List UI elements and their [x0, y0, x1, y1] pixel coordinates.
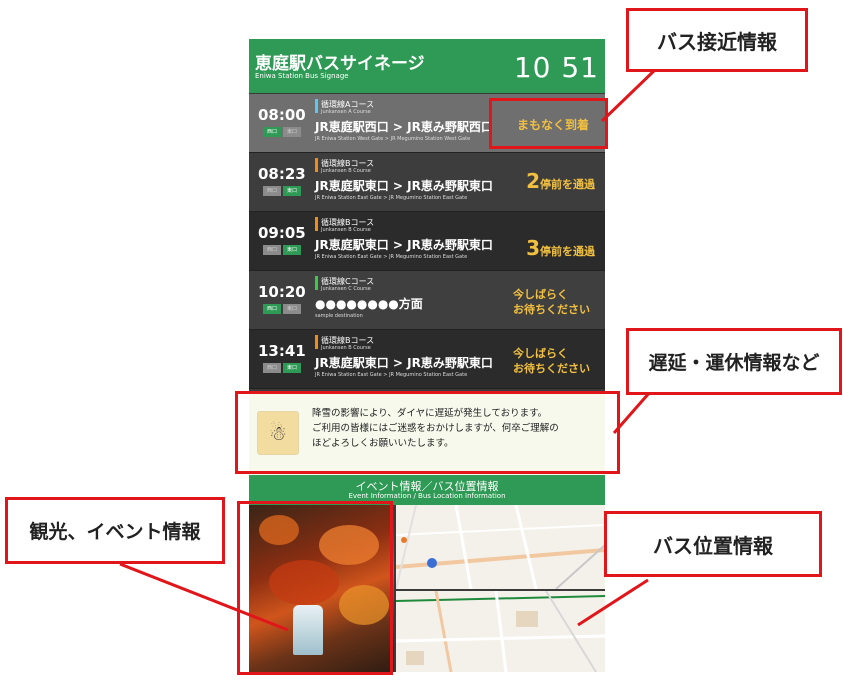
- callout-tourism: 観光、イベント情報: [5, 497, 225, 564]
- callout-approach: バス接近情報: [626, 8, 808, 72]
- callout-delay: 遅延・運休情報など: [626, 328, 842, 395]
- callout-location: バス位置情報: [604, 511, 822, 577]
